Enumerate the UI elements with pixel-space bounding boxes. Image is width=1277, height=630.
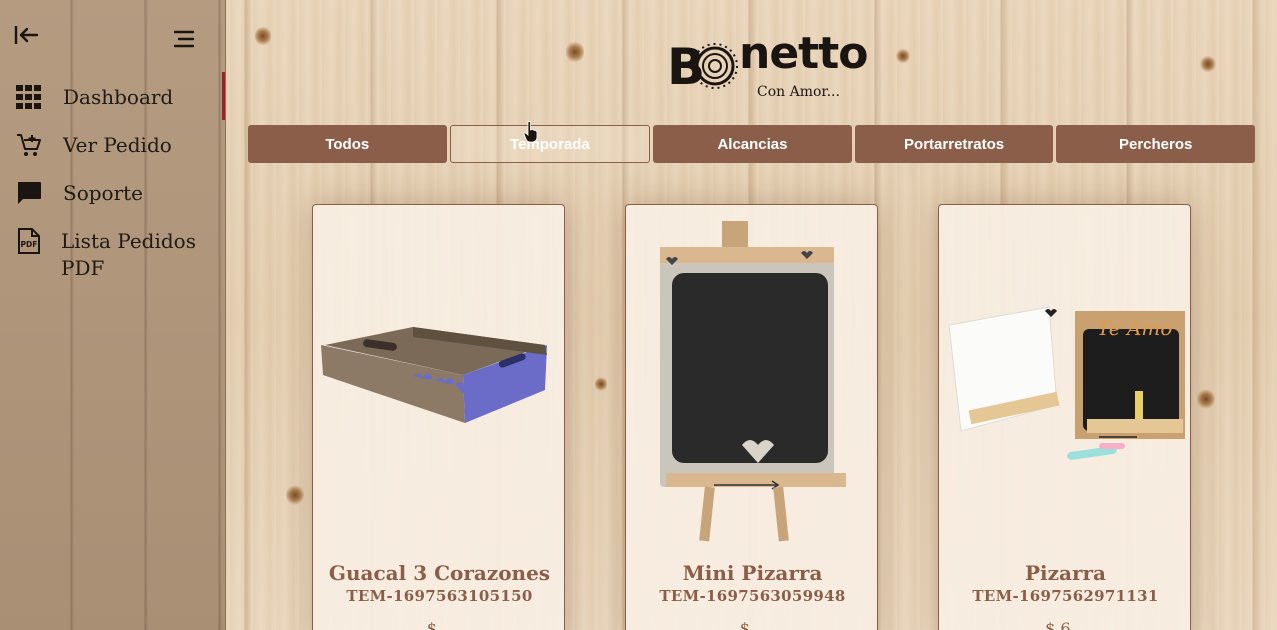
product-title: Guacal 3 Corazones (328, 561, 551, 585)
product-image-chalkboard-set: Te Amo (939, 205, 1192, 550)
product-card[interactable]: Te Amo Pizarra TEM-1697562971131 $ 6... (938, 204, 1191, 630)
sidebar-item-label: Lista Pedidos (61, 229, 196, 253)
product-code: TEM-1697562971131 (972, 587, 1159, 605)
grid-icon (14, 84, 44, 110)
hamburger-menu-icon[interactable] (170, 26, 198, 52)
sidebar-item-label: Ver Pedido (63, 133, 172, 157)
chat-icon (14, 180, 44, 206)
brand-logo: B netto Con Amor... (665, 28, 868, 106)
hand-pointer-cursor (523, 121, 538, 143)
wood-knot (595, 376, 607, 392)
sidebar: Dashboard Ver Pedido Soporte PDF Lista P… (0, 0, 226, 630)
sidebar-item-soporte[interactable]: Soporte (14, 180, 143, 207)
product-card[interactable]: Mini Pizarra TEM-1697563059948 $... (625, 204, 878, 630)
sidebar-item-lista-pedidos-pdf[interactable]: PDF Lista Pedidos PDF (14, 228, 196, 282)
product-code: TEM-1697563105150 (346, 587, 533, 605)
product-price: $ 6... (1045, 619, 1086, 630)
product-code: TEM-1697563059948 (659, 587, 846, 605)
tab-percheros[interactable]: Percheros (1056, 125, 1255, 163)
category-tabs: Todos Temporada Alcancias Portarretratos… (248, 125, 1255, 163)
active-indicator (222, 72, 225, 120)
wood-knot (1200, 55, 1216, 73)
product-title: Mini Pizarra (682, 561, 823, 585)
svg-text:Te Amo: Te Amo (1097, 316, 1172, 340)
brand-tagline: Con Amor... (757, 84, 840, 100)
wood-knot (255, 25, 271, 47)
wood-knot (896, 48, 910, 64)
pdf-file-icon: PDF (14, 228, 44, 254)
sidebar-item-dashboard[interactable]: Dashboard (14, 84, 173, 111)
sidebar-item-label: Dashboard (63, 85, 174, 109)
svg-text:B: B (667, 38, 705, 96)
logout-arrow-icon[interactable] (12, 22, 40, 48)
sidebar-item-label: Soporte (63, 181, 144, 205)
cart-add-icon (14, 132, 44, 158)
sidebar-item-ver-pedido[interactable]: Ver Pedido (14, 132, 172, 159)
wood-knot (1197, 388, 1215, 410)
product-image-crate (313, 205, 566, 550)
tab-portarretratos[interactable]: Portarretratos (854, 125, 1054, 163)
product-image-mini-chalkboard (626, 205, 879, 550)
tab-todos[interactable]: Todos (248, 125, 447, 163)
sidebar-item-label-line2: PDF (61, 256, 105, 280)
tab-temporada[interactable]: Temporada (449, 125, 651, 163)
product-title: Pizarra (1025, 561, 1106, 585)
brand-name-tail: netto (739, 28, 868, 79)
product-price: $... (426, 619, 453, 630)
svg-text:PDF: PDF (21, 240, 38, 249)
product-card[interactable]: Guacal 3 Corazones TEM-1697563105150 $..… (312, 204, 565, 630)
wood-knot (286, 484, 304, 506)
wood-knot (566, 40, 584, 64)
product-price: $... (739, 619, 766, 630)
tab-alcancias[interactable]: Alcancias (653, 125, 852, 163)
